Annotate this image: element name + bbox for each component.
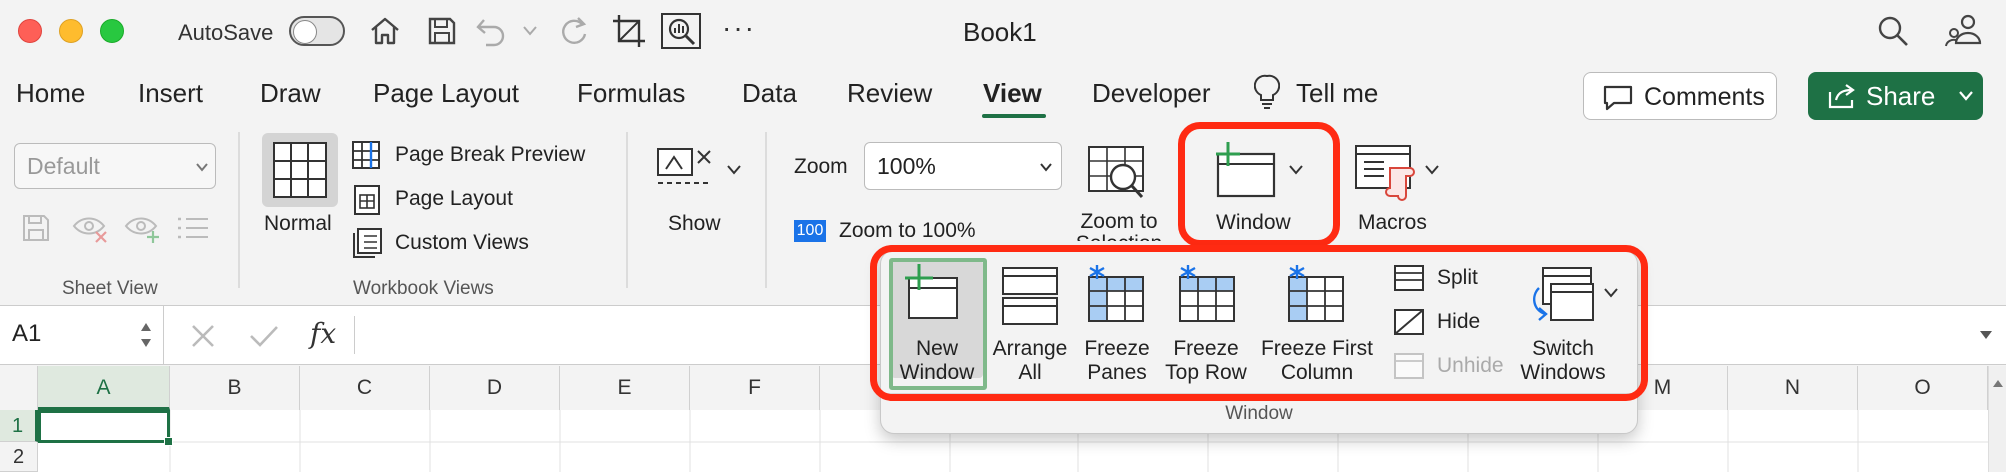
- sheet-view-options-icon[interactable]: [176, 214, 210, 242]
- workbook-views-group-label: Workbook Views: [353, 278, 494, 299]
- zoom-label: Zoom: [794, 155, 848, 178]
- tab-page-layout[interactable]: Page Layout: [373, 78, 519, 109]
- tab-review[interactable]: Review: [847, 78, 932, 109]
- search-icon[interactable]: [1876, 14, 1910, 48]
- name-box-value: A1: [12, 320, 42, 347]
- show-icon[interactable]: [654, 143, 716, 193]
- window-panel-highlight: [870, 245, 1648, 401]
- ribbon-separator: [765, 132, 767, 288]
- sheet-view-group-label: Sheet View: [62, 278, 158, 299]
- undo-dropdown-chevron-icon[interactable]: [522, 24, 538, 38]
- cancel-edit-icon[interactable]: [190, 323, 216, 349]
- tab-data[interactable]: Data: [742, 78, 797, 109]
- zoom-to-selection-icon[interactable]: [1087, 145, 1147, 203]
- tab-developer[interactable]: Developer: [1092, 78, 1211, 109]
- tab-view[interactable]: View: [983, 78, 1042, 109]
- active-cell-a1[interactable]: [38, 410, 170, 443]
- share-button-label: Share: [1866, 81, 1936, 111]
- tab-insert[interactable]: Insert: [138, 78, 203, 109]
- name-box-stepper-icon[interactable]: [138, 318, 154, 352]
- tell-me-search[interactable]: Tell me: [1296, 78, 1378, 109]
- sheet-view-style-select[interactable]: Default: [14, 143, 216, 189]
- macros-label: Macros: [1358, 211, 1427, 234]
- save-sheet-view-icon[interactable]: [20, 212, 52, 244]
- excel-window: AutoSave ··· Book1 Home Insert Draw Page…: [0, 0, 2006, 472]
- share-arrow-icon: [1828, 84, 1855, 109]
- show-label: Show: [668, 212, 721, 235]
- normal-view-label: Normal: [264, 212, 332, 235]
- ribbon-separator: [626, 132, 628, 288]
- window-panel-group-label: Window: [1225, 403, 1293, 424]
- page-break-preview-icon[interactable]: [351, 140, 381, 170]
- share-people-icon[interactable]: [1944, 13, 1982, 49]
- minimize-window-button[interactable]: [59, 19, 83, 43]
- crop-tool-icon[interactable]: [610, 12, 648, 50]
- chevron-down-icon[interactable]: [726, 164, 742, 176]
- page-break-preview-label[interactable]: Page Break Preview: [395, 143, 585, 167]
- home-icon[interactable]: [368, 14, 402, 48]
- column-header-d[interactable]: D: [430, 366, 560, 410]
- window-title: Book1: [963, 17, 1037, 47]
- normal-view-button[interactable]: [262, 133, 338, 207]
- column-header-f[interactable]: F: [690, 366, 820, 410]
- tab-formulas[interactable]: Formulas: [577, 78, 685, 109]
- macros-icon[interactable]: [1354, 142, 1420, 204]
- tab-draw[interactable]: Draw: [260, 78, 321, 109]
- chevron-down-icon[interactable]: [1424, 164, 1440, 176]
- comments-button[interactable]: Comments: [1583, 72, 1777, 120]
- fill-handle[interactable]: [164, 437, 173, 446]
- active-tab-indicator: [982, 114, 1046, 118]
- sheet-view-style-value: Default: [27, 153, 100, 179]
- custom-views-icon[interactable]: [351, 227, 383, 259]
- expand-formula-bar-icon[interactable]: [1978, 328, 1994, 342]
- window-button-highlight: [1178, 122, 1340, 247]
- zoom-to-selection-label[interactable]: Zoom to Selection: [1075, 211, 1163, 241]
- close-window-button[interactable]: [18, 19, 42, 43]
- page-layout-view-label[interactable]: Page Layout: [395, 187, 513, 211]
- more-options-icon[interactable]: ···: [722, 12, 756, 44]
- column-header-c[interactable]: C: [300, 366, 430, 410]
- comment-icon: [1603, 85, 1633, 111]
- row-header-2[interactable]: 2: [0, 442, 38, 472]
- name-box[interactable]: A1: [0, 306, 164, 364]
- formula-separator: [354, 316, 355, 354]
- zoom-value: 100%: [877, 153, 936, 179]
- zoom-to-100-button[interactable]: Zoom to 100%: [839, 219, 976, 243]
- save-icon[interactable]: [425, 14, 459, 48]
- chart-zoom-icon[interactable]: [660, 12, 702, 50]
- confirm-edit-icon[interactable]: [249, 323, 279, 349]
- zoom-select[interactable]: 100%: [864, 142, 1062, 190]
- autosave-label: AutoSave: [178, 20, 274, 45]
- zoom-100-icon: 100: [794, 220, 826, 242]
- chevron-down-icon: [1959, 91, 1973, 101]
- chevron-down-icon: [1040, 163, 1052, 172]
- page-layout-view-icon[interactable]: [353, 184, 381, 216]
- column-header-a[interactable]: A: [38, 366, 170, 410]
- chevron-down-icon: [196, 163, 208, 172]
- column-header-n[interactable]: N: [1728, 366, 1858, 410]
- custom-views-label[interactable]: Custom Views: [395, 231, 529, 255]
- ribbon-separator: [238, 132, 240, 288]
- share-button[interactable]: Share: [1808, 72, 1983, 120]
- zoom-window-button[interactable]: [100, 19, 124, 43]
- column-header-e[interactable]: E: [560, 366, 690, 410]
- lightbulb-icon: [1254, 74, 1280, 109]
- normal-view-icon: [273, 142, 327, 198]
- column-header-b[interactable]: B: [170, 366, 300, 410]
- select-all-corner[interactable]: [0, 366, 38, 410]
- insert-function-icon[interactable]: fx: [310, 317, 336, 350]
- redo-icon[interactable]: [556, 14, 590, 48]
- scroll-up-icon[interactable]: [1992, 378, 2004, 388]
- autosave-toggle[interactable]: [289, 16, 345, 46]
- tab-home[interactable]: Home: [16, 78, 85, 109]
- column-header-o[interactable]: O: [1858, 366, 1988, 410]
- vertical-scrollbar[interactable]: [1988, 366, 2006, 472]
- exit-sheet-view-icon[interactable]: [72, 214, 110, 244]
- new-sheet-view-icon[interactable]: [124, 214, 162, 244]
- row-header-1[interactable]: 1: [0, 410, 38, 442]
- comments-button-label: Comments: [1644, 83, 1765, 111]
- undo-icon[interactable]: [474, 14, 510, 48]
